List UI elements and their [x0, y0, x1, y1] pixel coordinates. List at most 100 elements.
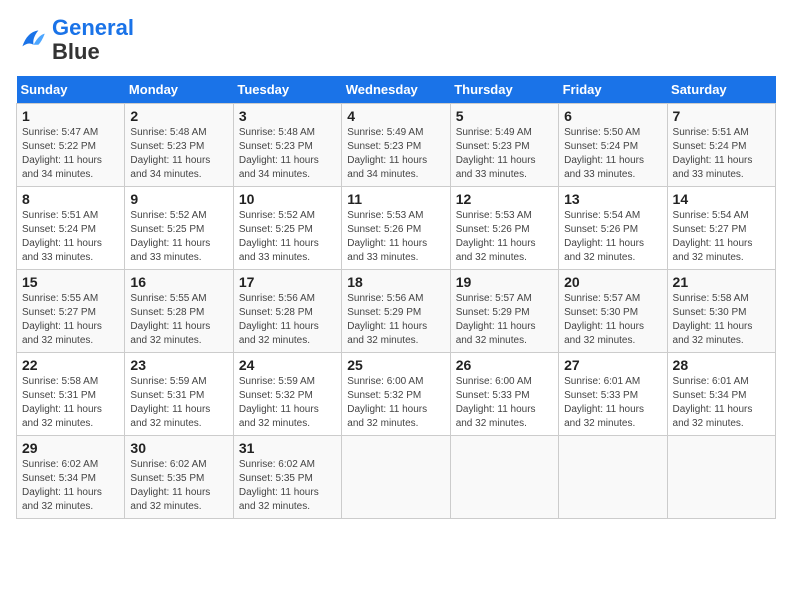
calendar-day-cell: 24 Sunrise: 5:59 AM Sunset: 5:32 PM Dayli… — [233, 353, 341, 436]
day-number: 18 — [347, 274, 444, 290]
calendar-day-cell: 18 Sunrise: 5:56 AM Sunset: 5:29 PM Dayli… — [342, 270, 450, 353]
empty-cell — [559, 436, 667, 519]
day-info: Sunrise: 5:50 AM Sunset: 5:24 PM Dayligh… — [564, 126, 661, 182]
calendar-day-cell: 19Sunrise: 5:57 AM Sunset: 5:29 PM Dayli… — [450, 270, 558, 353]
day-info: Sunrise: 5:56 AM Sunset: 5:28 PM Dayligh… — [239, 292, 336, 348]
day-info: Sunrise: 5:48 AM Sunset: 5:23 PM Dayligh… — [130, 126, 227, 182]
day-info: Sunrise: 5:58 AM Sunset: 5:31 PM Dayligh… — [22, 375, 119, 431]
calendar-day-cell: 13 Sunrise: 5:54 AM Sunset: 5:26 PM Dayli… — [559, 187, 667, 270]
day-number: 26 — [456, 357, 553, 373]
weekday-header-friday: Friday — [559, 76, 667, 104]
day-number: 24 — [239, 357, 336, 373]
calendar-day-cell: 4 Sunrise: 5:49 AM Sunset: 5:23 PM Daylig… — [342, 104, 450, 187]
day-number: 8 — [22, 191, 119, 207]
day-number: 23 — [130, 357, 227, 373]
day-info: Sunrise: 5:51 AM Sunset: 5:24 PM Dayligh… — [22, 209, 119, 265]
day-info: Sunrise: 6:00 AM Sunset: 5:32 PM Dayligh… — [347, 375, 444, 431]
calendar-day-cell: 2 Sunrise: 5:48 AM Sunset: 5:23 PM Daylig… — [125, 104, 233, 187]
logo-icon — [16, 24, 48, 56]
weekday-header-row: SundayMondayTuesdayWednesdayThursdayFrid… — [17, 76, 776, 104]
weekday-header-sunday: Sunday — [17, 76, 125, 104]
calendar-day-cell: 8 Sunrise: 5:51 AM Sunset: 5:24 PM Daylig… — [17, 187, 125, 270]
page-header: General Blue — [16, 16, 776, 64]
day-info: Sunrise: 5:53 AM Sunset: 5:26 PM Dayligh… — [347, 209, 444, 265]
logo: General Blue — [16, 16, 134, 64]
day-number: 17 — [239, 274, 336, 290]
day-number: 20 — [564, 274, 661, 290]
day-number: 27 — [564, 357, 661, 373]
weekday-header-thursday: Thursday — [450, 76, 558, 104]
day-number: 10 — [239, 191, 336, 207]
day-number: 28 — [673, 357, 770, 373]
day-number: 4 — [347, 108, 444, 124]
calendar-day-cell: 31 Sunrise: 6:02 AM Sunset: 5:35 PM Dayli… — [233, 436, 341, 519]
day-info: Sunrise: 5:55 AM Sunset: 5:27 PM Dayligh… — [22, 292, 119, 348]
day-number: 29 — [22, 440, 119, 456]
day-number: 21 — [673, 274, 770, 290]
day-number: 22 — [22, 357, 119, 373]
calendar-day-cell: 14Sunrise: 5:54 AM Sunset: 5:27 PM Dayli… — [667, 187, 775, 270]
calendar-day-cell: 11 Sunrise: 5:53 AM Sunset: 5:26 PM Dayli… — [342, 187, 450, 270]
empty-cell — [667, 436, 775, 519]
day-info: Sunrise: 6:01 AM Sunset: 5:33 PM Dayligh… — [564, 375, 661, 431]
calendar-week-row: 29 Sunrise: 6:02 AM Sunset: 5:34 PM Dayli… — [17, 436, 776, 519]
calendar-day-cell: 16 Sunrise: 5:55 AM Sunset: 5:28 PM Dayli… — [125, 270, 233, 353]
calendar-day-cell: 30 Sunrise: 6:02 AM Sunset: 5:35 PM Dayli… — [125, 436, 233, 519]
day-number: 30 — [130, 440, 227, 456]
day-number: 13 — [564, 191, 661, 207]
day-info: Sunrise: 6:01 AM Sunset: 5:34 PM Dayligh… — [673, 375, 770, 431]
day-number: 7 — [673, 108, 770, 124]
calendar-day-cell: 6Sunrise: 5:50 AM Sunset: 5:24 PM Daylig… — [559, 104, 667, 187]
weekday-header-tuesday: Tuesday — [233, 76, 341, 104]
day-info: Sunrise: 6:02 AM Sunset: 5:35 PM Dayligh… — [130, 458, 227, 514]
calendar-week-row: 15 Sunrise: 5:55 AM Sunset: 5:27 PM Dayli… — [17, 270, 776, 353]
day-number: 2 — [130, 108, 227, 124]
calendar-week-row: 1 Sunrise: 5:47 AM Sunset: 5:22 PM Daylig… — [17, 104, 776, 187]
day-info: Sunrise: 5:59 AM Sunset: 5:31 PM Dayligh… — [130, 375, 227, 431]
calendar-week-row: 8 Sunrise: 5:51 AM Sunset: 5:24 PM Daylig… — [17, 187, 776, 270]
day-info: Sunrise: 5:49 AM Sunset: 5:23 PM Dayligh… — [347, 126, 444, 182]
calendar-day-cell: 25 Sunrise: 6:00 AM Sunset: 5:32 PM Dayli… — [342, 353, 450, 436]
day-info: Sunrise: 5:56 AM Sunset: 5:29 PM Dayligh… — [347, 292, 444, 348]
day-number: 12 — [456, 191, 553, 207]
calendar-day-cell: 3Sunrise: 5:48 AM Sunset: 5:23 PM Daylig… — [233, 104, 341, 187]
day-info: Sunrise: 6:02 AM Sunset: 5:34 PM Dayligh… — [22, 458, 119, 514]
calendar-day-cell: 23 Sunrise: 5:59 AM Sunset: 5:31 PM Dayli… — [125, 353, 233, 436]
day-number: 25 — [347, 357, 444, 373]
calendar-day-cell: 29 Sunrise: 6:02 AM Sunset: 5:34 PM Dayli… — [17, 436, 125, 519]
day-info: Sunrise: 5:54 AM Sunset: 5:27 PM Dayligh… — [673, 209, 770, 265]
calendar-day-cell: 22 Sunrise: 5:58 AM Sunset: 5:31 PM Dayli… — [17, 353, 125, 436]
day-info: Sunrise: 5:58 AM Sunset: 5:30 PM Dayligh… — [673, 292, 770, 348]
day-info: Sunrise: 5:53 AM Sunset: 5:26 PM Dayligh… — [456, 209, 553, 265]
day-number: 15 — [22, 274, 119, 290]
calendar-day-cell: 20 Sunrise: 5:57 AM Sunset: 5:30 PM Dayli… — [559, 270, 667, 353]
day-info: Sunrise: 5:54 AM Sunset: 5:26 PM Dayligh… — [564, 209, 661, 265]
calendar-day-cell: 21 Sunrise: 5:58 AM Sunset: 5:30 PM Dayli… — [667, 270, 775, 353]
calendar-day-cell: 9Sunrise: 5:52 AM Sunset: 5:25 PM Daylig… — [125, 187, 233, 270]
day-info: Sunrise: 6:00 AM Sunset: 5:33 PM Dayligh… — [456, 375, 553, 431]
calendar-day-cell: 1 Sunrise: 5:47 AM Sunset: 5:22 PM Daylig… — [17, 104, 125, 187]
day-number: 3 — [239, 108, 336, 124]
day-number: 1 — [22, 108, 119, 124]
day-info: Sunrise: 5:52 AM Sunset: 5:25 PM Dayligh… — [239, 209, 336, 265]
day-number: 11 — [347, 191, 444, 207]
day-number: 5 — [456, 108, 553, 124]
day-info: Sunrise: 5:51 AM Sunset: 5:24 PM Dayligh… — [673, 126, 770, 182]
day-info: Sunrise: 5:55 AM Sunset: 5:28 PM Dayligh… — [130, 292, 227, 348]
calendar-week-row: 22 Sunrise: 5:58 AM Sunset: 5:31 PM Dayli… — [17, 353, 776, 436]
calendar-day-cell: 12 Sunrise: 5:53 AM Sunset: 5:26 PM Dayli… — [450, 187, 558, 270]
day-number: 31 — [239, 440, 336, 456]
calendar-day-cell: 5Sunrise: 5:49 AM Sunset: 5:23 PM Daylig… — [450, 104, 558, 187]
day-info: Sunrise: 5:47 AM Sunset: 5:22 PM Dayligh… — [22, 126, 119, 182]
calendar-day-cell: 10 Sunrise: 5:52 AM Sunset: 5:25 PM Dayli… — [233, 187, 341, 270]
empty-cell — [450, 436, 558, 519]
weekday-header-wednesday: Wednesday — [342, 76, 450, 104]
calendar-day-cell: 15 Sunrise: 5:55 AM Sunset: 5:27 PM Dayli… — [17, 270, 125, 353]
day-number: 16 — [130, 274, 227, 290]
day-info: Sunrise: 5:57 AM Sunset: 5:30 PM Dayligh… — [564, 292, 661, 348]
day-info: Sunrise: 6:02 AM Sunset: 5:35 PM Dayligh… — [239, 458, 336, 514]
day-info: Sunrise: 5:57 AM Sunset: 5:29 PM Dayligh… — [456, 292, 553, 348]
calendar-day-cell: 28 Sunrise: 6:01 AM Sunset: 5:34 PM Dayli… — [667, 353, 775, 436]
calendar-day-cell: 27 Sunrise: 6:01 AM Sunset: 5:33 PM Dayli… — [559, 353, 667, 436]
day-info: Sunrise: 5:59 AM Sunset: 5:32 PM Dayligh… — [239, 375, 336, 431]
